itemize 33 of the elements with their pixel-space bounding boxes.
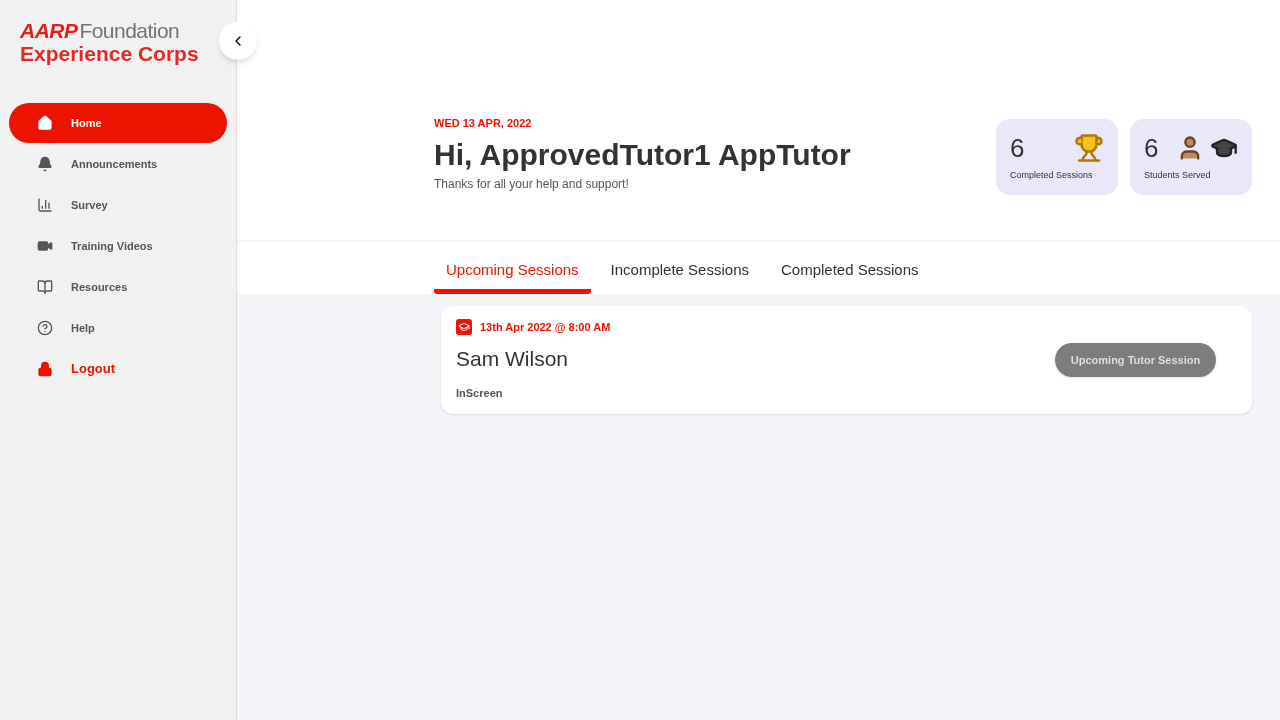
nav-item[interactable]: Home <box>9 103 227 143</box>
session-location: InScreen <box>456 385 504 401</box>
nav-item[interactable]: Resources <box>9 267 227 307</box>
greeting-heading: Hi, ApprovedTutor1 AppTutor <box>434 136 851 173</box>
logo-brand: AARP <box>20 20 78 41</box>
session-tab[interactable]: Incomplete Sessions <box>598 258 761 294</box>
nav-item[interactable]: Logout <box>9 349 227 389</box>
home-icon <box>37 115 53 131</box>
logo-subtitle: Experience Corps <box>20 43 200 64</box>
logo-title: Foundation <box>79 20 180 41</box>
stat-value: 6 <box>1144 131 1160 165</box>
logout-icon <box>37 361 53 377</box>
stat-label: Completed Sessions <box>1010 169 1094 182</box>
book-icon <box>37 279 53 295</box>
date-text: WED 13 APR, 2022 <box>434 116 533 131</box>
stat-value: 6 <box>1010 131 1026 165</box>
trophy-icon <box>1074 133 1104 163</box>
stat-label: Students Served <box>1144 169 1212 182</box>
session-datetime: 13th Apr 2022 @ 8:00 AM <box>480 319 611 335</box>
graduation-cap-icon <box>456 319 472 335</box>
help-icon <box>37 320 53 336</box>
session-tab[interactable]: Completed Sessions <box>768 258 931 294</box>
collapse-button[interactable] <box>219 22 257 60</box>
nav-item[interactable]: Training Videos <box>9 226 227 266</box>
nav-item[interactable]: Announcements <box>9 144 227 184</box>
chart-icon <box>37 197 53 213</box>
subtitle-text: Thanks for all your help and support! <box>434 176 630 193</box>
nav-item[interactable]: Survey <box>9 185 227 225</box>
session-tab[interactable]: Upcoming Sessions <box>434 258 591 294</box>
nav-item[interactable]: Help <box>9 308 227 348</box>
student-name: Sam Wilson <box>456 346 570 373</box>
video-icon <box>37 238 53 254</box>
bell-icon <box>37 156 53 172</box>
